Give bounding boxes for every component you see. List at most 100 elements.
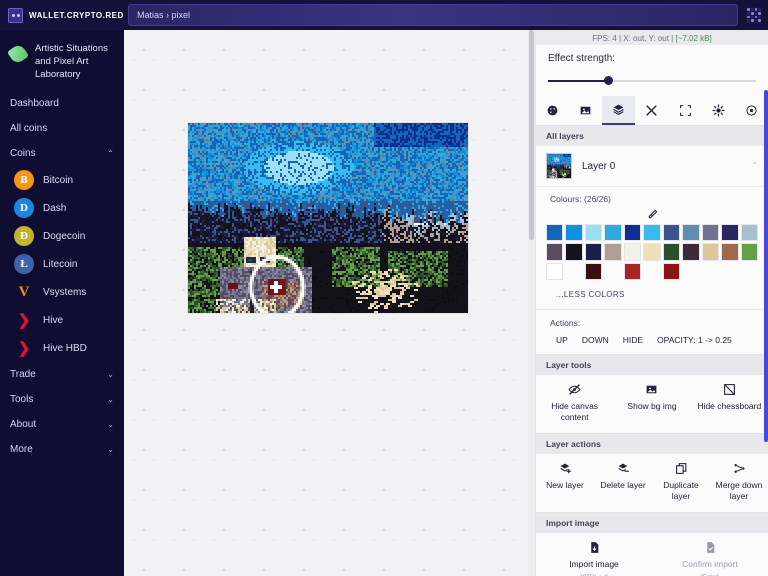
sidebar-group-more[interactable]: More ⌄: [0, 437, 124, 462]
coin-label: Dash: [43, 202, 67, 214]
layer-action-opacity[interactable]: OPACITY: 1 -> 0.25: [657, 335, 732, 345]
app-root: WALLET.CRYPTO.RED Matias › pixel Artisti…: [0, 0, 768, 576]
canvas-area[interactable]: [124, 30, 535, 576]
merge-down-layer-button[interactable]: Merge down layer: [710, 462, 768, 502]
sidebar-coin-dogecoin[interactable]: Ð Dogecoin: [0, 222, 124, 250]
colour-swatch[interactable]: [643, 224, 661, 242]
sidebar-item-all-coins[interactable]: All coins: [0, 116, 124, 141]
sidebar-coin-vsystems[interactable]: V Vsystems: [0, 278, 124, 306]
colour-swatch[interactable]: [662, 224, 681, 242]
colour-swatch[interactable]: [604, 243, 622, 261]
sidebar-group-about[interactable]: About ⌄: [0, 412, 124, 437]
sidebar-item-dashboard[interactable]: Dashboard: [0, 91, 124, 116]
all-layers-header: All layers: [536, 126, 768, 146]
colour-swatch[interactable]: [701, 224, 720, 242]
coin-label: Dogecoin: [43, 230, 86, 242]
panel-tool-image[interactable]: [569, 96, 602, 125]
sidebar-coin-litecoin[interactable]: Ł Litecoin: [0, 250, 124, 278]
right-panel-scrollbar[interactable]: [764, 90, 768, 442]
coin-label: Bitcoin: [43, 174, 74, 186]
duplicate-icon: [675, 463, 686, 475]
sidebar-coin-bitcoin[interactable]: Ƀ Bitcoin: [0, 166, 124, 194]
colours-count-label: Colours: (26/26): [550, 194, 611, 204]
chevron-up-icon[interactable]: ⌃: [751, 162, 758, 170]
show-bg-img-button[interactable]: Show bg img: [613, 383, 690, 423]
colour-swatch[interactable]: [721, 243, 739, 261]
colour-swatch[interactable]: [565, 224, 583, 242]
colour-swatch[interactable]: [565, 243, 583, 261]
eyedropper-icon[interactable]: [536, 208, 768, 224]
colour-swatch[interactable]: [682, 243, 700, 261]
colour-swatch[interactable]: [546, 243, 564, 261]
hide-canvas-content-button[interactable]: Hide canvas content: [536, 383, 613, 423]
artboard[interactable]: [188, 123, 468, 313]
brand[interactable]: WALLET.CRYPTO.RED: [0, 0, 124, 30]
button-caption: New layer: [546, 480, 584, 491]
canvas-scrollbar-vertical[interactable]: [528, 30, 535, 576]
sidebar-group-trade[interactable]: Trade ⌄: [0, 362, 124, 387]
file-check-icon: [706, 542, 714, 554]
colour-swatch[interactable]: [623, 243, 642, 261]
effect-strength-slider[interactable]: [548, 74, 756, 88]
colour-swatch[interactable]: [546, 224, 564, 242]
layer-action-down[interactable]: DOWN: [582, 335, 609, 345]
layer-row[interactable]: Layer 0 ⌃: [536, 146, 768, 187]
delete-layer-button[interactable]: Delete layer: [594, 462, 652, 502]
layer-action-hide[interactable]: HIDE: [623, 335, 643, 345]
new-layer-button[interactable]: New layer: [536, 462, 594, 502]
sidebar-coin-hive-hbd[interactable]: ❯ Hive HBD: [0, 334, 124, 362]
sidebar-header: Artistic Situations and Pixel Art Labora…: [0, 30, 124, 91]
litecoin-icon: Ł: [14, 254, 34, 274]
file-import-icon: [590, 542, 598, 554]
panel-tool-tools[interactable]: [635, 96, 668, 125]
sidebar-group-coins[interactable]: Coins ⌃: [0, 141, 124, 166]
colour-swatch[interactable]: [584, 243, 603, 261]
colour-swatch-empty: [643, 263, 660, 280]
sidebar-group-tools[interactable]: Tools ⌄: [0, 387, 124, 412]
button-caption: Delete layer: [600, 480, 646, 491]
import-image-button[interactable]: Import image[CTRL + I]: [536, 541, 652, 576]
colour-swatch[interactable]: [546, 262, 564, 281]
coin-label: Hive: [43, 314, 64, 326]
colour-swatch[interactable]: [662, 262, 681, 281]
hide-chessboard-button[interactable]: Hide chessboard: [691, 383, 768, 423]
selection-icon: [679, 105, 691, 116]
panel-tool-gear[interactable]: [702, 96, 735, 125]
layer-plus-icon: [559, 464, 571, 474]
colour-swatch[interactable]: [740, 243, 759, 261]
pixel-grid-icon[interactable]: [746, 7, 762, 23]
sidebar-group-label: About: [10, 419, 37, 430]
colour-swatch[interactable]: [662, 243, 681, 261]
colour-swatch[interactable]: [740, 224, 759, 242]
panel-tool-layers[interactable]: [602, 96, 636, 125]
panel-tool-selection[interactable]: [669, 96, 702, 125]
sidebar-group-label: Tools: [10, 394, 34, 405]
colour-swatch[interactable]: [721, 224, 739, 242]
breadcrumb: Matias › pixel: [137, 10, 191, 20]
hive-icon: ❯: [17, 312, 31, 329]
slider-knob[interactable]: [604, 76, 614, 85]
colour-swatch[interactable]: [584, 262, 603, 281]
import-buttons-grid: Import image[CTRL + I]Confirm import[Ent…: [536, 533, 768, 576]
layer-action-up[interactable]: UP: [556, 335, 568, 345]
button-caption: Duplicate layer: [663, 480, 699, 502]
layer-actions-grid: New layer Delete layer Duplicate layer Merg…: [536, 454, 768, 514]
duplicate-layer-button[interactable]: Duplicate layer: [652, 462, 710, 502]
colour-swatch[interactable]: [604, 224, 622, 242]
colour-swatch[interactable]: [643, 243, 661, 261]
top-bar-main: Matias › pixel: [124, 0, 768, 30]
panel-tool-settings[interactable]: [735, 96, 768, 125]
sidebar-coin-hive[interactable]: ❯ Hive: [0, 306, 124, 334]
colour-swatch[interactable]: [682, 224, 700, 242]
layer-actions-header: Layer actions: [536, 434, 768, 455]
pixel-art-canvas[interactable]: [188, 123, 468, 313]
sidebar-coin-dash[interactable]: D Dash: [0, 194, 124, 222]
less-colors-button[interactable]: ...LESS COLORS: [536, 280, 768, 311]
panel-tool-palette[interactable]: [536, 96, 569, 125]
confirm-import-button[interactable]: Confirm import[Enter]: [652, 541, 768, 576]
colour-swatch[interactable]: [623, 224, 642, 242]
colour-swatch[interactable]: [701, 243, 720, 261]
colour-swatch[interactable]: [623, 262, 642, 281]
colour-swatch[interactable]: [584, 224, 603, 242]
breadcrumb-bar[interactable]: Matias › pixel: [128, 4, 738, 26]
